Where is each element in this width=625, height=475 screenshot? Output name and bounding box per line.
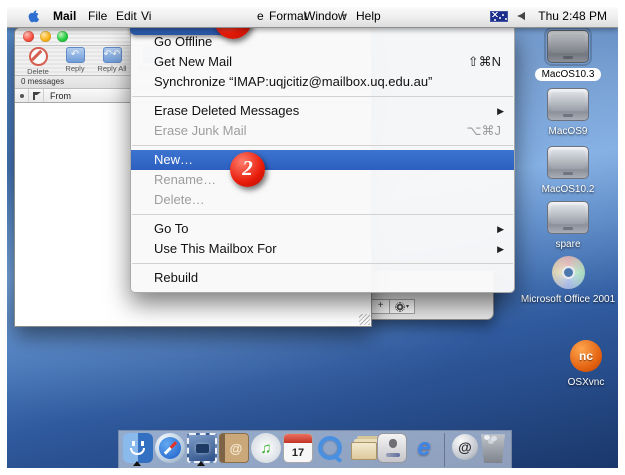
menubar-item-edit[interactable]: Edit xyxy=(116,9,137,23)
menubar-item-file[interactable]: File xyxy=(88,9,107,23)
osxvnc-app-icon[interactable]: nc xyxy=(570,340,602,372)
dock: @ ♫ 17 e @ xyxy=(118,430,512,468)
menu-item-new[interactable]: New… xyxy=(131,150,514,170)
desktop-icon-label: MacOS10.3 xyxy=(535,68,602,81)
drawer-buttons: + ▾ xyxy=(371,299,415,314)
screenshot-root: MacOS10.3 MacOS9 MacOS10.2 spare Microso… xyxy=(0,0,625,475)
hard-drive-icon[interactable] xyxy=(547,146,589,179)
delete-prohibit-icon xyxy=(29,47,48,66)
annotation-step-2: 2 xyxy=(230,152,265,187)
message-flag-icon xyxy=(33,92,39,100)
reply-all-arrow-icon: ↶↶ xyxy=(103,47,122,63)
dock-system-preferences-icon[interactable] xyxy=(377,433,407,463)
mail-running-indicator xyxy=(197,461,205,466)
submenu-arrow-icon: ▶ xyxy=(497,219,504,239)
submenu-arrow-icon: ▶ xyxy=(497,101,504,121)
finder-running-indicator xyxy=(133,461,141,466)
menubar-item-message-partial[interactable]: e xyxy=(257,9,264,23)
read-status-dot-icon xyxy=(20,94,24,98)
submenu-arrow-icon: ▶ xyxy=(497,239,504,259)
menu-separator xyxy=(131,210,514,219)
hard-drive-icon[interactable] xyxy=(547,88,589,121)
minimize-button[interactable] xyxy=(40,31,51,42)
volume-icon[interactable] xyxy=(517,11,529,22)
desktop-icon-label: Microsoft Office 2001 xyxy=(521,294,615,305)
menubar-clock[interactable]: Thu 2:48 PM xyxy=(538,9,607,23)
desktop-icon-spare[interactable]: spare xyxy=(522,201,614,250)
menu-item-synchronize[interactable]: Synchronize “IMAP:uqjcitiz@mailbox.uq.ed… xyxy=(131,72,514,92)
menu-item-rename: Rename… xyxy=(131,170,514,190)
desktop-icon-label: MacOS10.2 xyxy=(542,184,595,195)
dock-at-launcher-icon[interactable]: @ xyxy=(452,434,478,460)
apple-menu-icon[interactable] xyxy=(26,8,41,24)
menu-bar: Mail File Edit Vi e Format Window ϟ Help… xyxy=(7,5,618,28)
dock-ical-icon[interactable]: 17 xyxy=(283,433,313,463)
desktop-icon-label: OSXvnc xyxy=(568,377,605,388)
column-read-status[interactable] xyxy=(15,89,29,102)
dock-divider xyxy=(444,433,445,467)
menu-separator xyxy=(131,92,514,101)
menu-item-rebuild[interactable]: Rebuild xyxy=(131,268,514,288)
menu-item-go-offline[interactable]: Go Offline xyxy=(131,32,514,52)
dock-finder-icon[interactable] xyxy=(123,433,153,463)
resize-grip[interactable] xyxy=(359,314,370,325)
column-flag[interactable] xyxy=(29,89,44,102)
reply-arrow-icon: ↶ xyxy=(66,47,85,63)
desktop-icon-macos9[interactable]: MacOS9 xyxy=(522,88,614,137)
mailbox-menu: Go Offline Get New Mail⇧⌘N Synchronize “… xyxy=(130,27,515,293)
desktop: MacOS10.3 MacOS9 MacOS10.2 spare Microso… xyxy=(0,0,625,475)
menubar-item-help[interactable]: Help xyxy=(356,9,381,23)
dock-address-book-icon[interactable]: @ xyxy=(219,433,249,463)
shortcut: ⇧⌘N xyxy=(468,52,501,72)
dock-internet-explorer-icon[interactable]: e xyxy=(409,433,439,463)
desktop-icon-macos102[interactable]: MacOS10.2 xyxy=(522,146,614,195)
menu-item-use-this-mailbox-for[interactable]: Use This Mailbox For▶ xyxy=(131,239,514,259)
menubar-item-mail[interactable]: Mail xyxy=(53,9,76,23)
menu-item-delete: Delete… xyxy=(131,190,514,210)
menu-separator xyxy=(131,141,514,150)
desktop-icon-label: spare xyxy=(555,239,580,250)
reply-button[interactable]: ↶ Reply xyxy=(58,47,92,73)
input-language-flag-icon[interactable] xyxy=(490,11,508,22)
add-mailbox-button[interactable]: + xyxy=(372,300,389,313)
menu-item-get-new-mail[interactable]: Get New Mail⇧⌘N xyxy=(131,52,514,72)
desktop-icon-label: MacOS9 xyxy=(549,126,588,137)
menu-item-go-to[interactable]: Go To▶ xyxy=(131,219,514,239)
desktop-icon-macos103[interactable]: MacOS10.3 xyxy=(522,30,614,81)
menubar-item-format[interactable]: Format xyxy=(269,9,307,23)
zoom-button[interactable] xyxy=(57,31,68,42)
close-button[interactable] xyxy=(23,31,34,42)
reply-all-button[interactable]: ↶↶ Reply All xyxy=(95,47,129,73)
menu-item-erase-deleted-messages[interactable]: Erase Deleted Messages▶ xyxy=(131,101,514,121)
dock-quicktime-icon[interactable] xyxy=(315,433,345,463)
dock-letters-icon[interactable] xyxy=(351,442,377,460)
menubar-item-view-partial[interactable]: Vi xyxy=(141,9,151,23)
dock-trash-icon[interactable] xyxy=(478,433,508,463)
hard-drive-icon[interactable] xyxy=(547,30,589,63)
cd-icon[interactable] xyxy=(552,256,585,289)
menu-item-erase-junk-mail: Erase Junk Mail⌥⌘J xyxy=(131,121,514,141)
desktop-icon-osxvnc[interactable]: nc OSXvnc xyxy=(540,340,625,388)
desktop-icon-ms-office-cd[interactable]: Microsoft Office 2001 xyxy=(522,256,614,305)
delete-button[interactable]: Delete xyxy=(21,47,55,76)
gear-icon xyxy=(395,302,405,312)
action-menu-button[interactable]: ▾ xyxy=(389,300,414,313)
dock-safari-icon[interactable] xyxy=(155,433,185,463)
shortcut: ⌥⌘J xyxy=(467,121,501,141)
dock-mail-icon[interactable] xyxy=(187,433,217,463)
chevron-down-icon: ▾ xyxy=(406,301,409,313)
menu-separator xyxy=(131,259,514,268)
dock-itunes-icon[interactable]: ♫ xyxy=(251,433,281,463)
applescript-menu-icon[interactable]: ϟ xyxy=(341,9,347,23)
hard-drive-icon[interactable] xyxy=(547,201,589,234)
